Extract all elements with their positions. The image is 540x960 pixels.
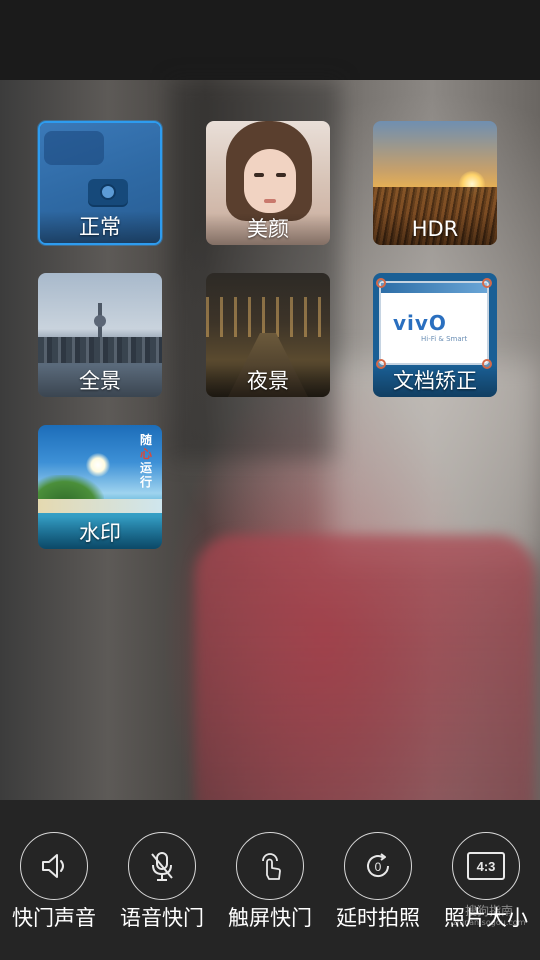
brand-logo: vivO xyxy=(393,311,447,335)
watermark-url: zhinan.sogou.com xyxy=(452,918,526,927)
mode-night[interactable]: 夜景 xyxy=(206,273,330,397)
mode-panorama[interactable]: 全景 xyxy=(38,273,162,397)
voice-shutter-button[interactable]: 语音快门 xyxy=(108,832,216,932)
setting-label: 触屏快门 xyxy=(228,906,312,930)
mode-label: 美颜 xyxy=(206,213,330,245)
touch-shutter-button[interactable]: 触屏快门 xyxy=(216,832,324,932)
mode-normal[interactable]: 正常 xyxy=(38,121,162,245)
mode-label: 正常 xyxy=(40,211,160,243)
corner-handle-icon xyxy=(482,278,492,288)
mode-watermark[interactable]: 随 心 运 行 水印 xyxy=(38,425,162,549)
mode-label: 文档矫正 xyxy=(373,365,497,397)
setting-label: 语音快门 xyxy=(120,906,204,930)
sun-graphic xyxy=(86,453,110,477)
portrait-graphic xyxy=(264,199,276,203)
camera-graphic xyxy=(88,179,128,205)
voice-shutter-circle[interactable] xyxy=(128,832,196,900)
setting-label: 延时拍照 xyxy=(336,906,420,930)
watermark-text: 搜狗指南 xyxy=(464,904,513,918)
aspect-ratio-badge: 4:3 xyxy=(477,859,496,874)
mode-label: 水印 xyxy=(38,517,162,549)
touch-finger-icon xyxy=(262,853,281,880)
photo-size-circle[interactable]: 4:3 xyxy=(452,832,520,900)
site-watermark: 搜狗指南 zhinan.sogou.com xyxy=(444,904,534,928)
shutter-sound-button[interactable]: 快门声音 xyxy=(0,832,108,932)
corner-handle-icon xyxy=(376,278,386,288)
setting-label: 快门声音 xyxy=(12,906,96,930)
stamp-char: 心 xyxy=(139,447,152,461)
top-bar xyxy=(0,0,540,80)
mode-label: HDR xyxy=(373,213,497,245)
portrait-graphic xyxy=(276,173,286,177)
timer-icon: 0 xyxy=(367,853,390,878)
microphone-muted-icon xyxy=(151,852,173,881)
shutter-sound-circle[interactable] xyxy=(20,832,88,900)
mode-label: 全景 xyxy=(38,365,162,397)
timer-button[interactable]: 0 延时拍照 xyxy=(324,832,432,932)
svg-text:0: 0 xyxy=(375,860,382,874)
portrait-graphic xyxy=(254,173,264,177)
stamp-char: 行 xyxy=(139,475,152,489)
brand-tagline: Hi-Fi & Smart xyxy=(421,335,468,343)
camera-screen: 正常 美颜 HDR 全景 夜景 vivO Hi-Fi & Smart 文档矫正 … xyxy=(0,0,540,960)
stamp-char: 运 xyxy=(139,461,152,475)
camera-graphic xyxy=(44,131,104,165)
document-graphic xyxy=(381,283,487,293)
stamp-char: 随 xyxy=(139,433,152,447)
portrait-graphic xyxy=(244,149,296,213)
mode-beauty[interactable]: 美颜 xyxy=(206,121,330,245)
mode-label: 夜景 xyxy=(206,365,330,397)
aspect-ratio-icon: 4:3 xyxy=(467,852,505,880)
mode-doc-correction[interactable]: vivO Hi-Fi & Smart 文档矫正 xyxy=(373,273,497,397)
skyline-graphic xyxy=(38,337,162,363)
speaker-icon xyxy=(42,854,64,878)
beach-graphic xyxy=(38,499,162,513)
lights-graphic xyxy=(206,297,330,337)
mode-hdr[interactable]: HDR xyxy=(373,121,497,245)
watermark-stamp: 随 心 运 行 xyxy=(138,433,154,489)
timer-circle[interactable]: 0 xyxy=(344,832,412,900)
touch-shutter-circle[interactable] xyxy=(236,832,304,900)
